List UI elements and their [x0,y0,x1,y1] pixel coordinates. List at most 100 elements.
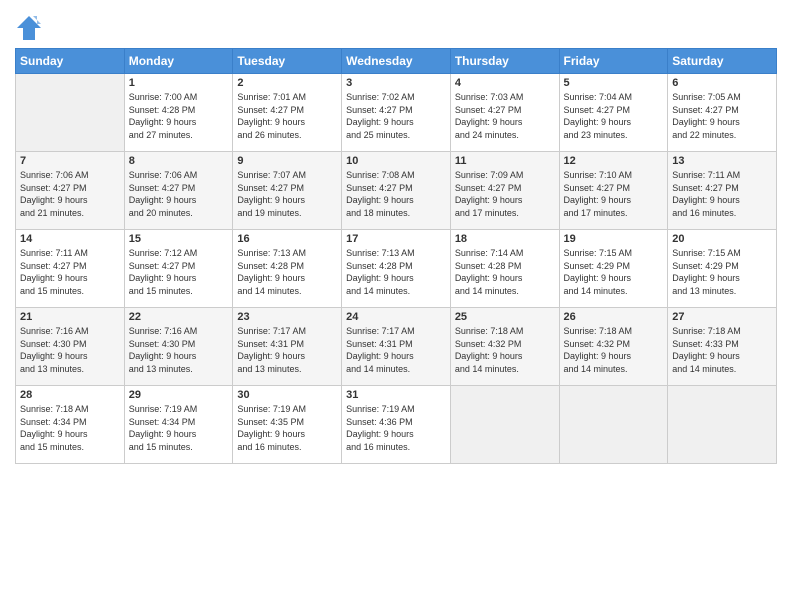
day-info-line: Daylight: 9 hours [129,351,197,361]
day-number: 27 [672,311,772,323]
day-cell [450,386,559,464]
day-info-line: Daylight: 9 hours [129,429,197,439]
day-info-line: Daylight: 9 hours [20,273,88,283]
day-number: 24 [346,311,446,323]
col-header-friday: Friday [559,49,668,74]
calendar-table: SundayMondayTuesdayWednesdayThursdayFrid… [15,48,777,464]
day-number: 2 [237,77,337,89]
day-info: Sunrise: 7:09 AM Sunset: 4:27 PM Daylight:… [455,169,555,219]
day-info: Sunrise: 7:13 AMSunset: 4:28 PMDaylight:… [237,247,337,297]
day-number: 30 [237,389,337,401]
day-info-line: and 16 minutes. [237,442,301,452]
day-number: 20 [672,233,772,245]
week-row-2: 14Sunrise: 7:11 AMSunset: 4:27 PMDayligh… [16,230,777,308]
day-number: 19 [564,233,664,245]
day-info-line: Sunrise: 7:10 AM [564,170,633,180]
day-cell [559,386,668,464]
day-info-line: and 13 minutes. [129,364,193,374]
day-cell: 4Sunrise: 7:03 AMSunset: 4:27 PMDaylight… [450,74,559,152]
day-info-line: and 17 minutes. [564,208,628,218]
day-number: 23 [237,311,337,323]
day-info-line: and 14 minutes. [455,286,519,296]
day-info: Sunrise: 7:18 AMSunset: 4:33 PMDaylight:… [672,325,772,375]
day-info-line: Sunrise: 7:16 AM [20,326,89,336]
day-cell: 25Sunrise: 7:18 AMSunset: 4:32 PMDayligh… [450,308,559,386]
day-cell: 29Sunrise: 7:19 AMSunset: 4:34 PMDayligh… [124,386,233,464]
day-info: Sunrise: 7:15 AMSunset: 4:29 PMDaylight:… [672,247,772,297]
day-info-line: Sunrise: 7:12 AM [129,248,198,258]
day-info-line: Daylight: 9 hours [455,195,523,205]
day-info-line: Sunrise: 7:18 AM [455,326,524,336]
day-info-line: Sunset: 4:27 PM [237,183,304,193]
day-info-line: Daylight: 9 hours [237,195,305,205]
day-cell: 31 Sunrise: 7:19 AMSunset: 4:36 PMDayligh… [342,386,451,464]
day-info-line: Sunset: 4:27 PM [672,105,739,115]
col-header-saturday: Saturday [668,49,777,74]
day-number: 12 [564,155,664,167]
day-info-line: Daylight: 9 hours [129,117,197,127]
day-info-line: Daylight: 9 hours [346,195,414,205]
day-info-line: Sunset: 4:29 PM [564,261,631,271]
day-cell: 3Sunrise: 7:02 AMSunset: 4:27 PMDaylight… [342,74,451,152]
day-info: Sunrise: 7:03 AMSunset: 4:27 PMDaylight:… [455,91,555,141]
day-info-line: Daylight: 9 hours [237,117,305,127]
day-info-line: Daylight: 9 hours [129,273,197,283]
day-info-line: and 14 minutes. [346,286,410,296]
day-info-line: and 22 minutes. [672,130,736,140]
day-number: 13 [672,155,772,167]
day-number: 31 [346,389,446,401]
day-info-line: Sunrise: 7:04 AM [564,92,633,102]
day-number: 6 [672,77,772,89]
day-info-line: Sunset: 4:32 PM [564,339,631,349]
week-row-0: 1Sunrise: 7:00 AMSunset: 4:28 PMDaylight… [16,74,777,152]
day-info: Sunrise: 7:05 AMSunset: 4:27 PMDaylight:… [672,91,772,141]
day-info: Sunrise: 7:17 AMSunset: 4:31 PMDaylight:… [237,325,337,375]
day-info-line: Sunrise: 7:09 AM [455,170,524,180]
day-info-line: and 20 minutes. [129,208,193,218]
day-cell: 22Sunrise: 7:16 AMSunset: 4:30 PMDayligh… [124,308,233,386]
day-info-line: Sunrise: 7:00 AM [129,92,198,102]
day-info-line: and 21 minutes. [20,208,84,218]
day-info-line: Sunrise: 7:19 AM [346,404,415,414]
day-info-line: Sunset: 4:31 PM [237,339,304,349]
day-cell: 11Sunrise: 7:09 AMSunset: 4:27 PMDayligh… [450,152,559,230]
day-info-line: and 24 minutes. [455,130,519,140]
day-info: Sunrise: 7:00 AM Sunset: 4:28 PM Daylight:… [129,91,229,141]
day-cell: 19Sunrise: 7:15 AMSunset: 4:29 PMDayligh… [559,230,668,308]
day-info: Sunrise: 7:17 AMSunset: 4:31 PMDaylight:… [346,325,446,375]
day-info-line: and 15 minutes. [129,442,193,452]
day-info-line: and 14 minutes. [564,364,628,374]
day-number: 16 [237,233,337,245]
day-number: 14 [20,233,120,245]
day-number: 10 [346,155,446,167]
day-info-line: Daylight: 9 hours [455,351,523,361]
header-row: SundayMondayTuesdayWednesdayThursdayFrid… [16,49,777,74]
page: SundayMondayTuesdayWednesdayThursdayFrid… [0,0,792,612]
day-info-line: Sunrise: 7:06 AM [20,170,89,180]
day-info: Sunrise: 7:18 AMSunset: 4:34 PMDaylight:… [20,403,120,453]
day-info-line: and 19 minutes. [237,208,301,218]
day-info-line: Sunrise: 7:15 AM [672,248,741,258]
week-row-3: 21Sunrise: 7:16 AMSunset: 4:30 PMDayligh… [16,308,777,386]
day-info: Sunrise: 7:16 AMSunset: 4:30 PMDaylight:… [20,325,120,375]
day-info-line: Sunrise: 7:14 AM [455,248,524,258]
day-info-line: and 14 minutes. [564,286,628,296]
day-cell: 21Sunrise: 7:16 AMSunset: 4:30 PMDayligh… [16,308,125,386]
day-info-line: Sunrise: 7:15 AM [564,248,633,258]
day-cell: 15Sunrise: 7:12 AMSunset: 4:27 PMDayligh… [124,230,233,308]
day-info-line: Sunrise: 7:18 AM [564,326,633,336]
day-info-line: Sunrise: 7:18 AM [672,326,741,336]
day-info-line: Daylight: 9 hours [20,351,88,361]
col-header-thursday: Thursday [450,49,559,74]
day-info-line: Sunset: 4:28 PM [129,105,196,115]
day-info-line: Daylight: 9 hours [564,351,632,361]
week-row-4: 28Sunrise: 7:18 AMSunset: 4:34 PMDayligh… [16,386,777,464]
day-cell [16,74,125,152]
day-info-line: and 17 minutes. [455,208,519,218]
day-cell: 24 Sunrise: 7:17 AMSunset: 4:31 PMDayligh… [342,308,451,386]
day-number: 22 [129,311,229,323]
day-number: 18 [455,233,555,245]
day-info: Sunrise: 7:19 AMSunset: 4:36 PMDaylight:… [346,403,446,453]
day-info-line: Sunset: 4:27 PM [455,183,522,193]
day-info: Sunrise: 7:19 AMSunset: 4:35 PMDaylight:… [237,403,337,453]
